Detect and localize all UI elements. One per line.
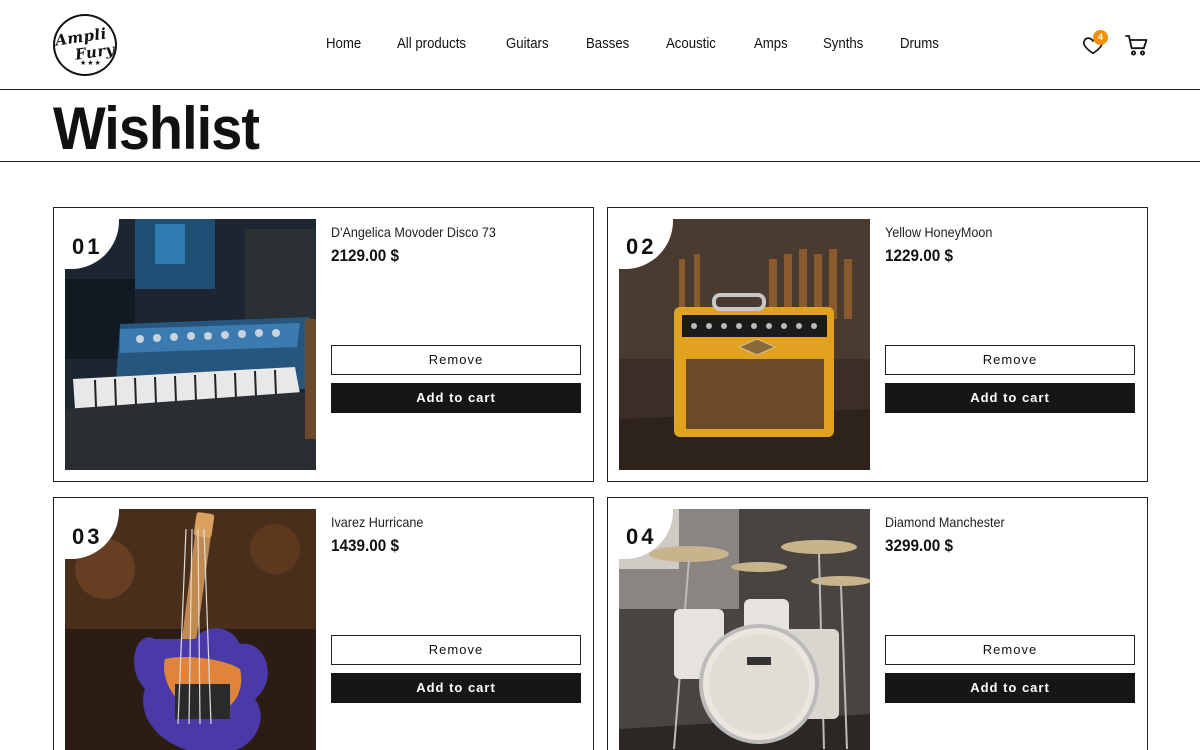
item-number: 03: [72, 524, 103, 549]
cart-icon[interactable]: [1125, 33, 1149, 57]
main-nav: Home All products Guitars Basses Acousti…: [326, 35, 975, 52]
wishlist-card: 04 Diamond Manchester 3299.00 $ Remove A…: [607, 497, 1148, 750]
remove-button[interactable]: Remove: [885, 345, 1135, 375]
nav-drums[interactable]: Drums: [900, 35, 939, 52]
site-header: Ampli Fury ★★★ Home All products Guitars…: [0, 0, 1200, 90]
product-name[interactable]: Diamond Manchester: [885, 514, 1005, 530]
remove-button[interactable]: Remove: [331, 345, 581, 375]
wishlist-card: 01 D'Angelica Movoder Disco 73 2129.00 $…: [53, 207, 594, 482]
nav-acoustic[interactable]: Acoustic: [666, 35, 716, 52]
remove-button[interactable]: Remove: [331, 635, 581, 665]
wishlist-card: 02 Yellow HoneyMoon 1229.00 $ Remove Add…: [607, 207, 1148, 482]
product-image[interactable]: [65, 219, 316, 470]
nav-basses[interactable]: Basses: [586, 35, 629, 52]
item-number: 01: [72, 234, 103, 259]
product-name[interactable]: Yellow HoneyMoon: [885, 224, 992, 240]
brand-logo[interactable]: Ampli Fury ★★★: [53, 14, 117, 76]
wishlist-card: 03 Ivarez Hurricane 1439.00 $ Remove Add…: [53, 497, 594, 750]
nav-guitars[interactable]: Guitars: [506, 35, 549, 52]
title-bar: Wishlist: [0, 90, 1200, 162]
product-price: 1229.00 $: [885, 246, 954, 265]
product-image[interactable]: [619, 509, 870, 750]
item-number: 04: [626, 524, 657, 549]
product-price: 3299.00 $: [885, 536, 954, 555]
add-to-cart-button[interactable]: Add to cart: [331, 673, 581, 703]
product-name[interactable]: D'Angelica Movoder Disco 73: [331, 224, 496, 240]
add-to-cart-button[interactable]: Add to cart: [331, 383, 581, 413]
page-title: Wishlist: [53, 95, 260, 162]
nav-home[interactable]: Home: [326, 35, 361, 52]
product-name[interactable]: Ivarez Hurricane: [331, 514, 423, 530]
product-image[interactable]: [619, 219, 870, 470]
product-price: 2129.00 $: [331, 246, 400, 265]
nav-synths[interactable]: Synths: [823, 35, 863, 52]
logo-stars: ★★★: [80, 60, 102, 67]
product-price: 1439.00 $: [331, 536, 400, 555]
nav-amps[interactable]: Amps: [754, 35, 788, 52]
add-to-cart-button[interactable]: Add to cart: [885, 673, 1135, 703]
wishlist-count-badge: 4: [1093, 30, 1108, 45]
item-number: 02: [626, 234, 657, 259]
product-image[interactable]: [65, 509, 316, 750]
nav-all-products[interactable]: All products: [397, 35, 466, 52]
add-to-cart-button[interactable]: Add to cart: [885, 383, 1135, 413]
remove-button[interactable]: Remove: [885, 635, 1135, 665]
